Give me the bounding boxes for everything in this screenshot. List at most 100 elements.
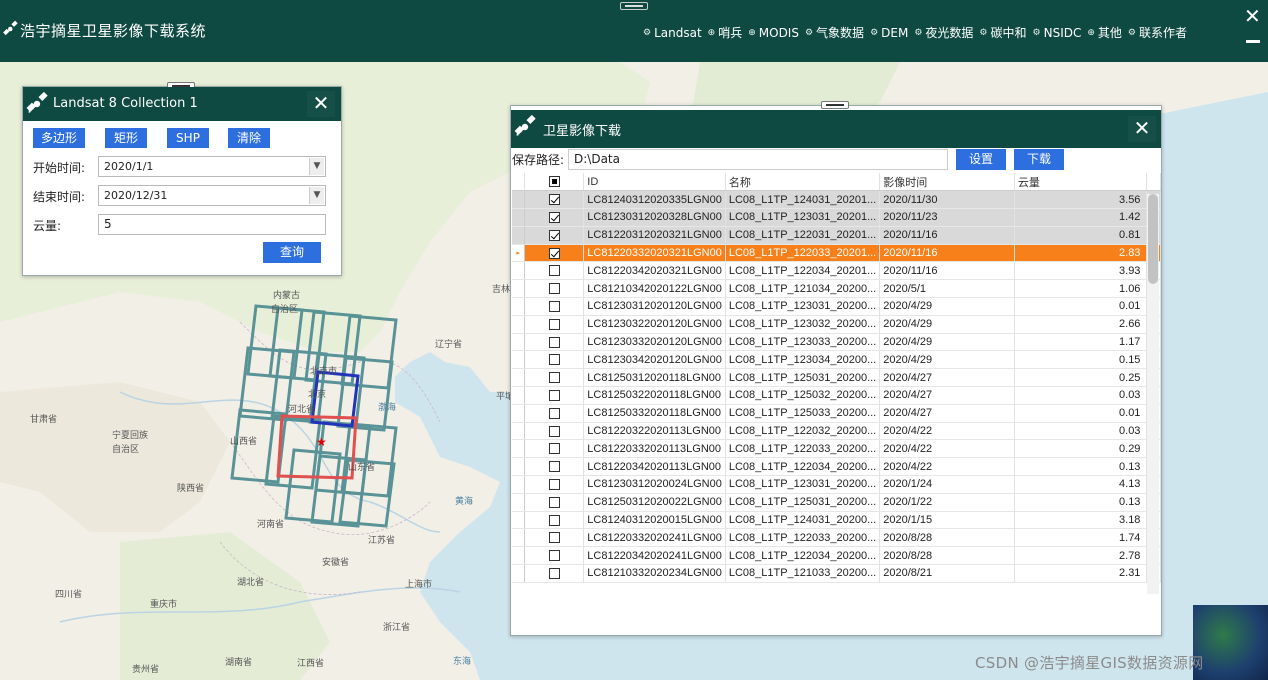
row-checkbox[interactable] — [524, 564, 585, 583]
table-row[interactable]: LC81230312020024LGN00 LC08_L1TP_123031_20… — [512, 475, 1161, 494]
table-row[interactable]: ▸ LC81220332020321LGN00 LC08_L1TP_122033_2… — [512, 244, 1161, 263]
table-row[interactable]: LC81220342020321LGN00 LC08_L1TP_122034_20… — [512, 261, 1161, 281]
row-checkbox[interactable] — [524, 333, 585, 352]
row-checkbox[interactable] — [524, 190, 585, 210]
row-checkbox[interactable] — [524, 511, 585, 530]
map-label: 甘肃省 — [30, 415, 58, 425]
nav-contact[interactable]: ⚙ 联系作者 — [1128, 24, 1187, 41]
download-panel-title: 卫星影像下载 — [543, 124, 622, 139]
row-checkbox[interactable] — [524, 475, 585, 494]
close-icon[interactable]: ✕ — [307, 91, 335, 117]
row-checkbox[interactable] — [524, 404, 585, 423]
drag-handle[interactable] — [620, 2, 648, 10]
row-checkbox[interactable] — [524, 297, 585, 316]
cell-id: LC81240312020015LGN00 — [583, 511, 726, 530]
table-row[interactable]: LC81230322020120LGN00 LC08_L1TP_123032_20… — [512, 315, 1161, 334]
table-row[interactable]: LC81250312020118LGN00 LC08_L1TP_125031_20… — [512, 368, 1161, 388]
row-checkbox[interactable] — [524, 244, 585, 263]
settings-button[interactable]: 设置 — [956, 149, 1006, 170]
column-header-id[interactable]: ID — [583, 173, 726, 192]
globe-icon: ⊕ — [1087, 27, 1095, 38]
cell-date: 2020/4/22 — [879, 422, 1015, 441]
cell-date: 2020/4/29 — [879, 350, 1015, 370]
nav-modis[interactable]: ⊕ MODIS — [748, 24, 799, 41]
table-row[interactable]: LC81220342020113LGN00 LC08_L1TP_122034_20… — [512, 457, 1161, 477]
cell-name: LC08_L1TP_121033_20200... — [725, 564, 881, 583]
nav-other[interactable]: ⊕ 其他 — [1087, 24, 1122, 41]
overview-map[interactable] — [1193, 605, 1268, 680]
table-row[interactable]: LC81230342020120LGN00 LC08_L1TP_123034_20… — [512, 350, 1161, 370]
row-checkbox[interactable] — [524, 457, 585, 477]
chevron-down-icon[interactable]: ▼ — [309, 187, 324, 204]
gear-icon: ⚙ — [804, 27, 814, 38]
nav-weather[interactable]: ⚙ 气象数据 — [805, 24, 864, 41]
footprint[interactable] — [340, 314, 398, 390]
scrollbar-thumb[interactable] — [1148, 194, 1158, 284]
shp-button[interactable]: SHP — [167, 128, 209, 148]
select-all-checkbox[interactable] — [524, 173, 585, 192]
save-path-input[interactable]: D:\Data — [568, 149, 948, 170]
chevron-down-icon[interactable]: ▼ — [309, 158, 324, 175]
query-button[interactable]: 查询 — [263, 242, 321, 263]
table-row[interactable]: LC81250312020022LGN00 LC08_L1TP_125031_20… — [512, 493, 1161, 512]
nav-dem[interactable]: ⚙ DEM — [870, 24, 908, 41]
table-row[interactable]: LC81250322020118LGN00 LC08_L1TP_125032_20… — [512, 386, 1161, 405]
drag-handle[interactable] — [821, 101, 849, 109]
row-checkbox[interactable] — [524, 226, 585, 245]
cell-name: LC08_L1TP_122031_20201... — [725, 226, 881, 245]
table-row[interactable]: LC81250332020118LGN00 LC08_L1TP_125033_20… — [512, 404, 1161, 423]
row-checkbox[interactable] — [524, 422, 585, 441]
clear-button[interactable]: 清除 — [228, 128, 270, 148]
end-date-select[interactable]: 2020/12/31 ▼ — [98, 185, 326, 206]
row-checkbox[interactable] — [524, 546, 585, 566]
table-row[interactable]: LC81220312020321LGN00 LC08_L1TP_122031_20… — [512, 226, 1161, 245]
table-row[interactable]: LC81210332020234LGN00 LC08_L1TP_121033_20… — [512, 564, 1161, 583]
row-checkbox[interactable] — [524, 208, 585, 227]
nav-carbon[interactable]: ⚙ 碳中和 — [979, 24, 1026, 41]
download-button[interactable]: 下载 — [1014, 149, 1064, 170]
row-checkbox[interactable] — [524, 315, 585, 334]
nav-landsat[interactable]: ⚙ Landsat — [643, 24, 702, 41]
table-row[interactable]: LC81230312020328LGN00 LC08_L1TP_123031_20… — [512, 208, 1161, 227]
cloud-input[interactable]: 5 — [98, 214, 326, 235]
polygon-button[interactable]: 多边形 — [33, 128, 85, 148]
table-row[interactable]: LC81240312020335LGN00 LC08_L1TP_124031_20… — [512, 190, 1161, 210]
row-checkbox[interactable] — [524, 261, 585, 281]
row-checkbox[interactable] — [524, 439, 585, 459]
app-title: 浩宇摘星卫星影像下载系统 — [20, 22, 207, 40]
close-icon[interactable]: ✕ — [1128, 116, 1156, 142]
cell-id: LC81250332020118LGN00 — [583, 404, 726, 423]
map-label: 安徽省 — [322, 558, 350, 568]
row-checkbox[interactable] — [524, 528, 585, 548]
table-row[interactable]: LC81220322020113LGN00 LC08_L1TP_122032_20… — [512, 422, 1161, 441]
column-header-date[interactable]: 影像时间 — [879, 173, 1015, 192]
close-icon[interactable]: ✕ — [1244, 4, 1261, 28]
minimize-icon[interactable] — [1246, 40, 1260, 43]
rectangle-button[interactable]: 矩形 — [105, 128, 147, 148]
cell-cloud: 2.83 — [1014, 244, 1148, 263]
nav-nsidc[interactable]: ⚙ NSIDC — [1033, 24, 1082, 41]
table-row[interactable]: LC81230332020120LGN00 LC08_L1TP_123033_20… — [512, 333, 1161, 352]
nav-nightlight[interactable]: ⚙ 夜光数据 — [914, 24, 973, 41]
table-row[interactable]: LC81230312020120LGN00 LC08_L1TP_123031_20… — [512, 297, 1161, 316]
table-row[interactable]: LC81240312020015LGN00 LC08_L1TP_124031_20… — [512, 511, 1161, 530]
row-checkbox[interactable] — [524, 368, 585, 388]
table-row[interactable]: LC81210342020122LGN00 LC08_L1TP_121034_20… — [512, 279, 1161, 299]
start-date-select[interactable]: 2020/1/1 ▼ — [98, 156, 326, 177]
row-checkbox[interactable] — [524, 493, 585, 512]
table-row[interactable]: LC81220332020113LGN00 LC08_L1TP_122033_20… — [512, 439, 1161, 459]
column-header-cloud[interactable]: 云量 — [1014, 173, 1148, 192]
row-checkbox[interactable] — [524, 386, 585, 405]
map-label: 吉林 — [492, 285, 511, 295]
cell-date: 2020/8/28 — [879, 546, 1015, 566]
cell-cloud: 2.31 — [1014, 564, 1148, 583]
vertical-scrollbar[interactable] — [1147, 194, 1159, 594]
nav-sentinel[interactable]: ⊕ 哨兵 — [708, 24, 743, 41]
row-checkbox[interactable] — [524, 279, 585, 299]
table-row[interactable]: LC81220342020241LGN00 LC08_L1TP_122034_20… — [512, 546, 1161, 566]
cloud-label: 云量: — [33, 219, 62, 233]
row-indicator — [512, 297, 526, 316]
row-checkbox[interactable] — [524, 350, 585, 370]
column-header-name[interactable]: 名称 — [725, 173, 881, 192]
table-row[interactable]: LC81220332020241LGN00 LC08_L1TP_122033_20… — [512, 528, 1161, 548]
